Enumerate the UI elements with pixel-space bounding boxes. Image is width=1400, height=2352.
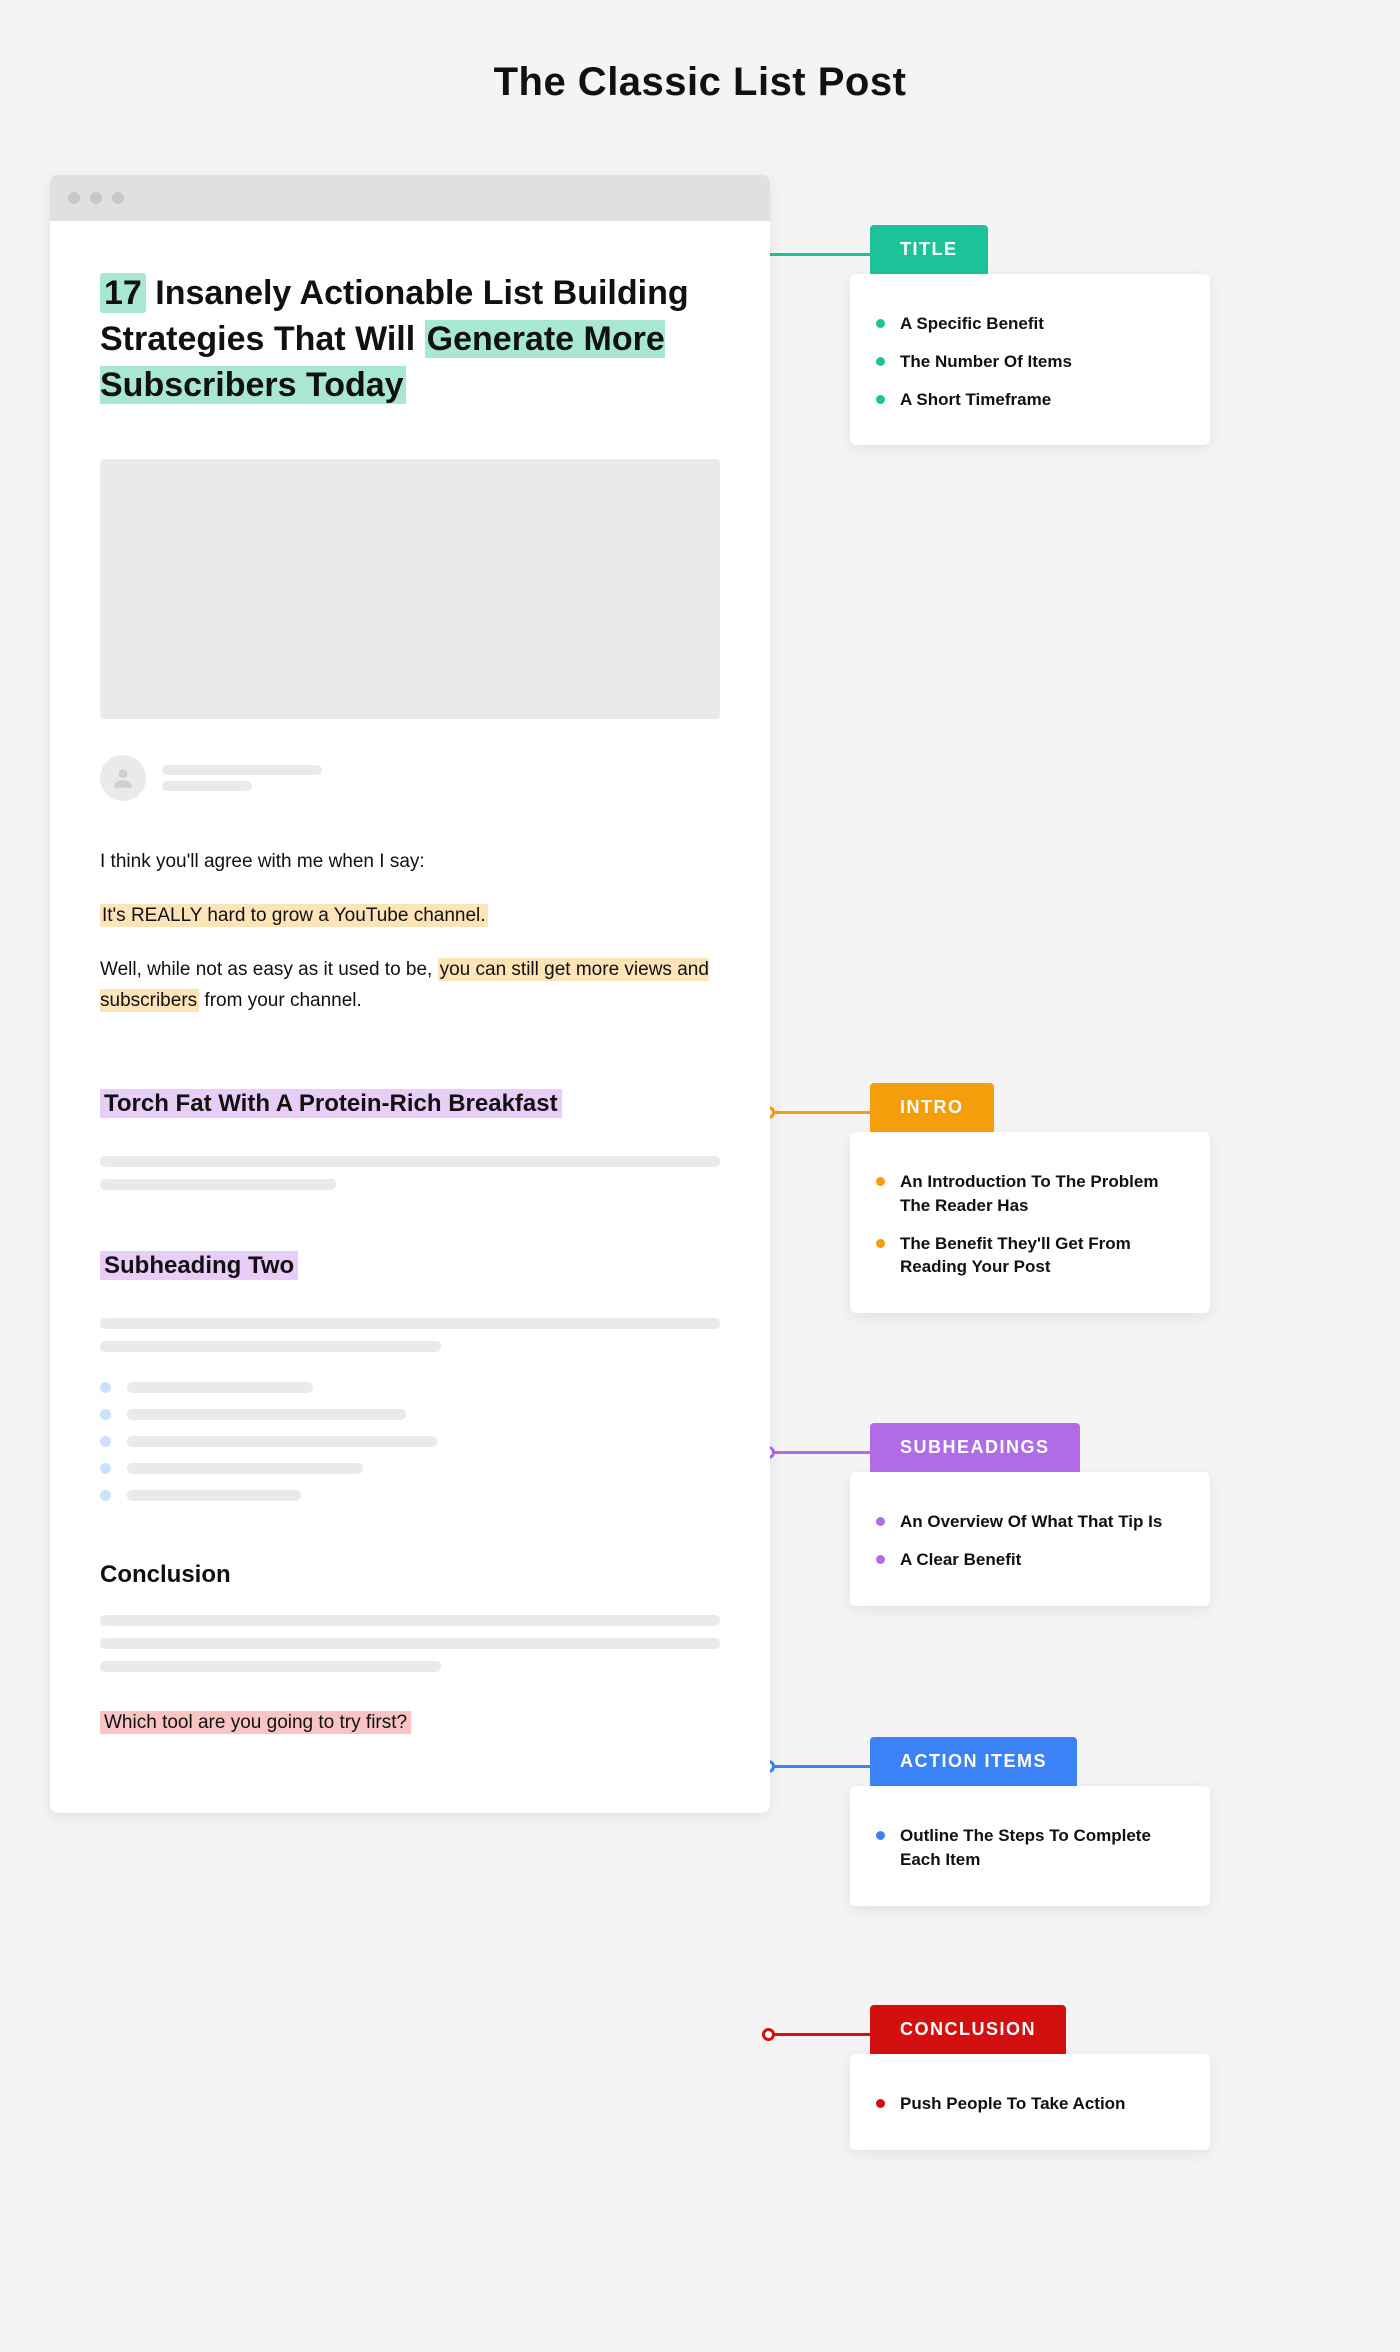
intro-line-2a: Well, while not as easy as it used to be… <box>100 959 438 980</box>
annotation-card: Push People To Take Action <box>850 2054 1210 2150</box>
window-dot-icon <box>68 192 80 204</box>
browser-bar <box>50 175 770 221</box>
annotation-intro: INTRO An Introduction To The Problem The… <box>850 1083 1210 1313</box>
annotation-conclusion: CONCLUSION Push People To Take Action <box>850 2005 1210 2150</box>
paragraph-placeholder <box>100 1156 720 1190</box>
paragraph-placeholder <box>100 1615 720 1672</box>
intro-line-1: I think you'll agree with me when I say: <box>100 847 720 877</box>
paragraph-placeholder <box>100 1318 720 1352</box>
annotation-item: The Number Of Items <box>876 350 1184 374</box>
annotation-tag: TITLE <box>870 225 988 274</box>
title-number-highlight: 17 <box>100 273 146 313</box>
annotation-item: A Short Timeframe <box>876 388 1184 412</box>
annotation-item: Push People To Take Action <box>876 2092 1184 2116</box>
avatar-icon <box>100 755 146 801</box>
intro-highlight-1: It's REALLY hard to grow a YouTube chann… <box>100 904 488 927</box>
conclusion-heading: Conclusion <box>100 1561 720 1589</box>
intro-section: I think you'll agree with me when I say:… <box>100 847 720 1017</box>
post-title: 17 Insanely Actionable List Building Str… <box>100 271 720 409</box>
annotation-card: An Overview Of What That Tip Is A Clear … <box>850 1472 1210 1606</box>
annotation-card: An Introduction To The Problem The Reade… <box>850 1132 1210 1313</box>
subheading-2: Subheading Two <box>100 1251 298 1280</box>
window-dot-icon <box>90 192 102 204</box>
hero-image-placeholder <box>100 459 720 719</box>
annotation-tag: SUBHEADINGS <box>870 1423 1080 1472</box>
author-block <box>100 755 720 801</box>
subheading-1-block: Torch Fat With A Protein-Rich Breakfast <box>100 1040 720 1190</box>
annotation-tag: INTRO <box>870 1083 994 1132</box>
annotation-tag: CONCLUSION <box>870 2005 1066 2054</box>
annotation-card: A Specific Benefit The Number Of Items A… <box>850 274 1210 445</box>
annotation-item: Outline The Steps To Complete Each Item <box>876 1824 1184 1872</box>
intro-line-2b: from your channel. <box>199 990 362 1011</box>
post-body: 17 Insanely Actionable List Building Str… <box>50 221 770 1813</box>
annotation-subheadings: SUBHEADINGS An Overview Of What That Tip… <box>850 1423 1210 1606</box>
annotation-title: TITLE A Specific Benefit The Number Of I… <box>850 225 1210 445</box>
subheading-1: Torch Fat With A Protein-Rich Breakfast <box>100 1089 562 1118</box>
annotation-item: An Overview Of What That Tip Is <box>876 1510 1184 1534</box>
layout: 17 Insanely Actionable List Building Str… <box>50 175 1350 1813</box>
annotation-tag: ACTION ITEMS <box>870 1737 1077 1786</box>
page-title: The Classic List Post <box>50 60 1350 105</box>
subheading-2-block: Subheading Two <box>100 1202 720 1501</box>
diagram-stage: The Classic List Post 17 Insanely Action… <box>0 0 1400 1933</box>
closing-question: Which tool are you going to try first? <box>100 1711 411 1734</box>
intro-line-2: Well, while not as easy as it used to be… <box>100 955 720 1016</box>
browser-window: 17 Insanely Actionable List Building Str… <box>50 175 770 1813</box>
annotation-action-items: ACTION ITEMS Outline The Steps To Comple… <box>850 1737 1210 1906</box>
annotation-item: A Specific Benefit <box>876 312 1184 336</box>
annotation-item: An Introduction To The Problem The Reade… <box>876 1170 1184 1218</box>
window-dot-icon <box>112 192 124 204</box>
annotation-item: A Clear Benefit <box>876 1548 1184 1572</box>
annotation-card: Outline The Steps To Complete Each Item <box>850 1786 1210 1906</box>
conclusion-block: Conclusion Which tool are you going to t… <box>100 1561 720 1734</box>
action-items-placeholder <box>100 1382 720 1501</box>
author-meta-placeholder <box>162 759 322 797</box>
annotation-item: The Benefit They'll Get From Reading You… <box>876 1232 1184 1280</box>
